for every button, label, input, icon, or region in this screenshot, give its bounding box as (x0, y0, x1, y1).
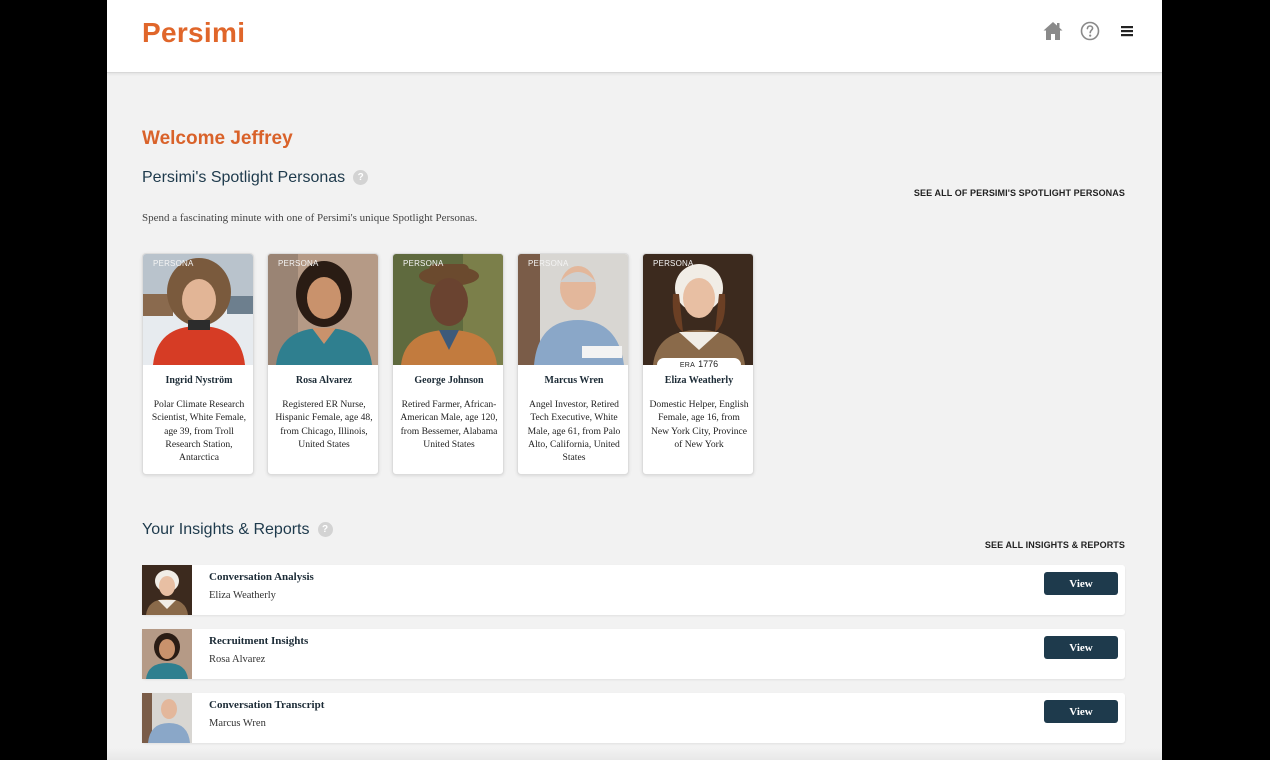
report-persona: Rosa Alvarez (209, 654, 266, 665)
report-title: Conversation Analysis (209, 571, 314, 583)
persona-description: Domestic Helper, English Female, age 16,… (649, 399, 749, 450)
persona-card-rosa[interactable]: PERSONA Rosa Alvarez Registered ER Nurse… (267, 253, 379, 475)
report-thumbnail (142, 565, 192, 615)
persona-card-ingrid[interactable]: PERSONA Ingrid Nyström Polar Climate Res… (142, 253, 254, 475)
persona-description: Registered ER Nurse, Hispanic Female, ag… (275, 399, 373, 450)
persona-description: Retired Farmer, African-American Male, a… (400, 399, 498, 450)
persona-photo: PERSONA (518, 254, 628, 365)
persona-photo: PERSONA (393, 254, 503, 365)
persona-cards: PERSONA Ingrid Nyström Polar Climate Res… (142, 253, 754, 475)
spotlight-help-icon[interactable]: ? (353, 170, 369, 186)
report-thumbnail (142, 693, 192, 743)
bottom-edge (107, 748, 1162, 760)
view-button[interactable]: View (1044, 572, 1118, 595)
app-window: Persimi Welcome Jeffrey Persimi's Spotli… (107, 0, 1162, 760)
era-year: 1776 (698, 359, 719, 369)
spotlight-intro: Spend a fascinating minute with one of P… (142, 212, 478, 224)
report-title: Recruitment Insights (209, 635, 309, 647)
welcome-heading: Welcome Jeffrey (142, 128, 293, 149)
era-label: ERA (679, 362, 696, 369)
persona-card-marcus[interactable]: PERSONA Marcus Wren Angel Investor, Reti… (517, 253, 629, 475)
view-button[interactable]: View (1044, 636, 1118, 659)
report-persona: Marcus Wren (209, 718, 266, 729)
persona-tag: PERSONA (528, 259, 569, 268)
help-icon[interactable] (1079, 20, 1101, 42)
report-persona: Eliza Weatherly (209, 590, 276, 601)
home-icon[interactable] (1042, 20, 1064, 42)
see-all-insights-link[interactable]: SEE ALL INSIGHTS & REPORTS (985, 540, 1125, 550)
persona-photo: PERSONA (268, 254, 378, 365)
insights-title-text: Your Insights & Reports (142, 521, 310, 538)
menu-icon[interactable] (1116, 20, 1138, 42)
persona-photo: PERSONA (643, 254, 753, 365)
report-row: Recruitment Insights Rosa Alvarez View (142, 629, 1125, 679)
persona-card-eliza[interactable]: PERSONA ERA 1776 Eliza Weatherly Domestic… (642, 253, 754, 475)
persona-name: Marcus Wren (544, 375, 604, 386)
spotlight-section-title: Persimi's Spotlight Personas? (142, 169, 369, 187)
persona-tag: PERSONA (153, 259, 194, 268)
persona-tag: PERSONA (278, 259, 319, 268)
persona-description: Polar Climate Research Scientist, White … (151, 399, 247, 464)
persona-name: Eliza Weatherly (664, 375, 734, 386)
report-row: Conversation Analysis Eliza Weatherly Vi… (142, 565, 1125, 615)
insights-help-icon[interactable]: ? (317, 522, 333, 538)
persimi-logo[interactable]: Persimi (142, 17, 245, 49)
persona-tag: PERSONA (403, 259, 444, 268)
top-header: Persimi (107, 0, 1162, 73)
spotlight-title-text: Persimi's Spotlight Personas (142, 169, 346, 186)
report-thumbnail (142, 629, 192, 679)
view-button[interactable]: View (1044, 700, 1118, 723)
persona-name: George Johnson (414, 375, 484, 386)
see-all-personas-link[interactable]: SEE ALL OF PERSIMI'S SPOTLIGHT PERSONAS (914, 188, 1125, 198)
report-row: Conversation Transcript Marcus Wren View (142, 693, 1125, 743)
persona-tag: PERSONA (653, 259, 694, 268)
insights-section-title: Your Insights & Reports? (142, 521, 333, 539)
persona-name: Ingrid Nyström (165, 375, 233, 386)
persona-card-george[interactable]: PERSONA George Johnson Retired Farmer, A… (392, 253, 504, 475)
persona-name: Rosa Alvarez (295, 375, 353, 386)
era-badge: ERA 1776 (657, 358, 741, 371)
persona-photo: PERSONA (143, 254, 253, 365)
persona-description: Angel Investor, Retired Tech Executive, … (527, 399, 621, 464)
report-title: Conversation Transcript (209, 699, 325, 711)
